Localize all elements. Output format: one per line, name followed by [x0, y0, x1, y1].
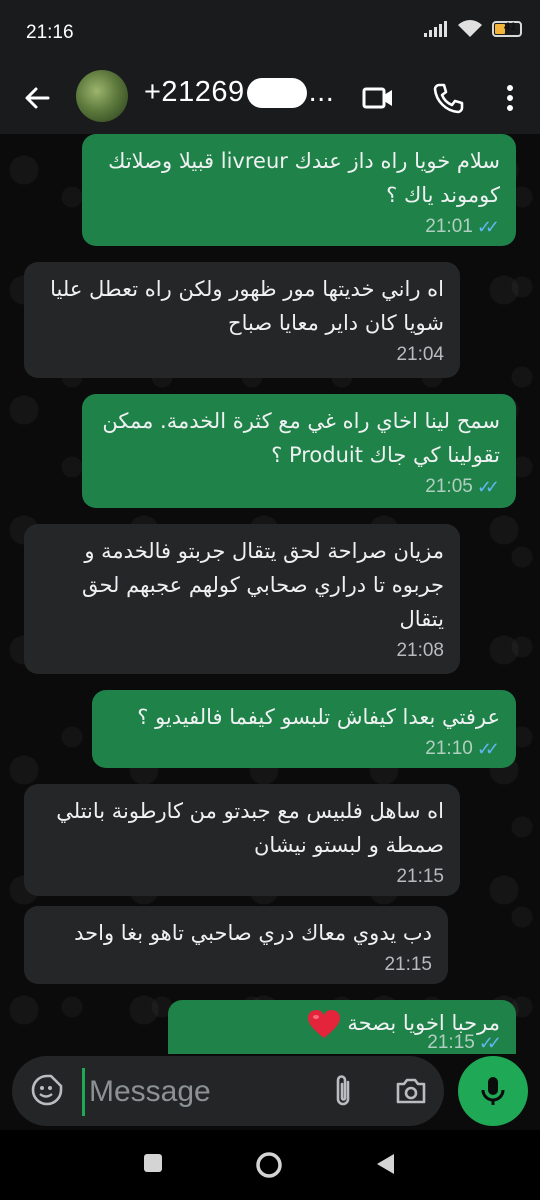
nav-back-icon[interactable] — [374, 1152, 396, 1176]
attach-icon[interactable] — [326, 1072, 360, 1110]
message-meta: 21:15 ✓✓ — [427, 1030, 502, 1056]
video-call-icon[interactable] — [360, 80, 396, 116]
nav-recents-icon[interactable] — [142, 1152, 164, 1174]
signal-icon — [424, 21, 447, 37]
back-arrow-icon[interactable] — [18, 78, 58, 118]
status-time: 21:16 — [26, 22, 74, 43]
emoji-icon[interactable] — [30, 1073, 64, 1107]
mic-icon — [481, 1077, 505, 1105]
message-time: 21:08 — [396, 640, 444, 661]
mic-button[interactable] — [458, 1056, 528, 1126]
message-time: 21:15 — [396, 866, 444, 887]
system-nav-bar — [0, 1130, 540, 1200]
message-bubble-outgoing[interactable]: سمح لينا اخاي راه غي مع كثرة الخدمة. ممك… — [82, 394, 516, 508]
chat-header: +21269... — [0, 64, 540, 134]
message-meta: 21:15 — [40, 864, 444, 890]
camera-icon[interactable] — [394, 1074, 428, 1108]
message-time: 21:01 — [425, 216, 473, 237]
message-time: 21:15 — [384, 954, 432, 975]
wifi-icon — [458, 20, 482, 37]
message-text: مزيان صراحة لحق يتقال جربتو فالخدمة و جر… — [81, 539, 444, 631]
message-input[interactable] — [82, 1068, 311, 1116]
message-bubble-incoming[interactable]: دب يدوي معاك دري صاحبي تاهو بغا واحد 21:… — [24, 906, 448, 984]
read-receipt-icon: ✓✓ — [476, 217, 500, 237]
message-bubble-outgoing[interactable]: مرحبا اخويا بصحة 21:15 ✓✓ — [168, 1000, 516, 1054]
message-composer — [12, 1056, 444, 1126]
contact-name[interactable]: +21269... — [144, 76, 334, 109]
message-meta: 21:05 ✓✓ — [98, 474, 500, 500]
status-bar: 21:16 41 — [0, 0, 540, 64]
message-meta: 21:01 ✓✓ — [98, 214, 500, 240]
message-time: 21:04 — [396, 344, 444, 365]
message-meta: 21:08 — [40, 638, 444, 664]
more-vert-icon[interactable] — [492, 80, 528, 116]
message-text: اه راني خديتها مور ظهور ولكن راه تعطل عل… — [50, 277, 444, 335]
message-text: عرفتي بعدا كيفاش تلبسو كيفما فالفيديو ؟ — [137, 705, 500, 729]
message-text: سلام خويا راه داز عندك livreur قبيلا وصل… — [108, 149, 500, 207]
message-bubble-incoming[interactable]: مزيان صراحة لحق يتقال جربتو فالخدمة و جر… — [24, 524, 460, 674]
message-meta: 21:04 — [40, 342, 444, 368]
nav-home-icon[interactable] — [254, 1150, 284, 1180]
voice-call-icon[interactable] — [430, 80, 466, 116]
message-bubble-incoming[interactable]: اه ساهل فلبيس مع جبدتو من كارطونة بانتلي… — [24, 784, 460, 896]
message-bubble-incoming[interactable]: اه راني خديتها مور ظهور ولكن راه تعطل عل… — [24, 262, 460, 378]
red-heart-emoji — [307, 1010, 340, 1038]
message-bubble-outgoing[interactable]: عرفتي بعدا كيفاش تلبسو كيفما فالفيديو ؟ … — [92, 690, 516, 768]
message-time: 21:10 — [425, 738, 473, 759]
message-time: 21:15 — [427, 1032, 475, 1053]
chat-area[interactable]: سلام خويا راه داز عندك livreur قبيلا وصل… — [0, 134, 540, 1054]
message-time: 21:05 — [425, 476, 473, 497]
message-text: اه ساهل فلبيس مع جبدتو من كارطونة بانتلي… — [56, 799, 444, 857]
message-meta: 21:15 — [40, 952, 432, 978]
battery-icon: 41 — [492, 21, 522, 37]
battery-level: 41 — [504, 21, 517, 33]
message-meta: 21:10 ✓✓ — [108, 736, 500, 762]
read-receipt-icon: ✓✓ — [476, 477, 500, 497]
contact-name-prefix: +21269 — [144, 76, 245, 108]
message-bubble-outgoing[interactable]: سلام خويا راه داز عندك livreur قبيلا وصل… — [82, 134, 516, 246]
contact-avatar[interactable] — [76, 70, 128, 122]
message-text: دب يدوي معاك دري صاحبي تاهو بغا واحد — [74, 921, 432, 945]
message-text: سمح لينا اخاي راه غي مع كثرة الخدمة. ممك… — [102, 409, 500, 467]
redaction-mark — [246, 78, 307, 109]
contact-name-suffix: ... — [308, 76, 335, 108]
read-receipt-icon: ✓✓ — [478, 1033, 502, 1053]
read-receipt-icon: ✓✓ — [476, 739, 500, 759]
status-icons: 41 — [424, 20, 522, 38]
